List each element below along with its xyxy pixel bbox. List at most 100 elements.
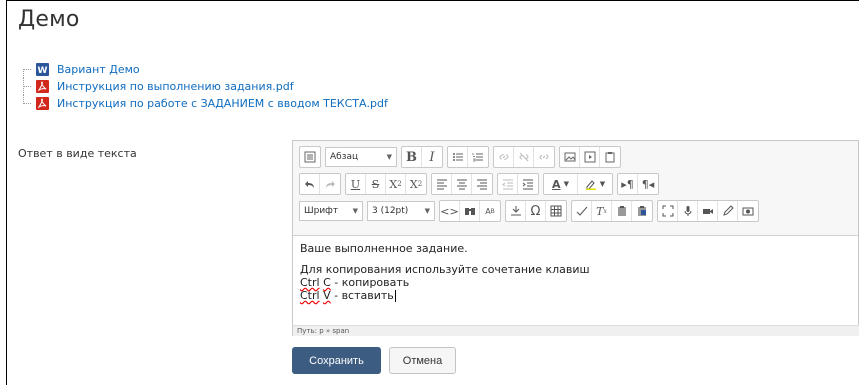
answer-label: Ответ в виде текста	[18, 147, 137, 160]
content-line: Для копирования используйте сочетание кл…	[300, 263, 590, 276]
hr-icon[interactable]	[506, 201, 526, 221]
replace-icon[interactable]: AB	[480, 201, 500, 221]
content-text: - копировать	[330, 276, 410, 289]
indent-group	[497, 173, 539, 195]
outdent-icon[interactable]	[498, 174, 518, 194]
color-group: A ▼ ▼	[543, 173, 613, 195]
fullscreen-icon[interactable]	[658, 201, 678, 221]
bullet-list-icon[interactable]	[448, 147, 468, 167]
font-size-select-value: 3 (12pt)	[372, 206, 409, 216]
insert-group: Ω	[505, 200, 567, 222]
superscript-icon[interactable]: X2	[406, 174, 426, 194]
paragraph-select-value: Абзац	[330, 152, 359, 162]
font-size-select[interactable]: 3 (12pt) ▼	[367, 201, 435, 221]
pencil-icon[interactable]	[718, 201, 738, 221]
tree-connector	[21, 78, 31, 95]
ltr-icon[interactable]: ▸¶	[618, 174, 638, 194]
toolbar-toggle-group	[299, 146, 321, 168]
manage-files-icon[interactable]	[600, 147, 620, 167]
undo-icon[interactable]	[300, 174, 320, 194]
paste-word-icon[interactable]	[632, 201, 652, 221]
underline-icon[interactable]: U	[346, 174, 366, 194]
chevron-down-icon: ▼	[424, 207, 430, 215]
history-group	[299, 173, 341, 195]
indent-icon[interactable]	[518, 174, 538, 194]
redo-icon[interactable]	[320, 174, 340, 194]
link-group	[493, 146, 555, 168]
unlink-icon[interactable]	[514, 147, 534, 167]
font-select-value: Шрифт	[304, 206, 339, 216]
content-line: Ctrl C - копировать	[300, 276, 409, 289]
tools-group: <> AB	[439, 200, 501, 222]
content-key-letter: C	[323, 276, 331, 289]
page-title: Демо	[18, 7, 80, 32]
file-link[interactable]: Инструкция по работе с ЗАДАНИЕМ с вводом…	[57, 97, 388, 110]
content-key-letter: V	[323, 289, 331, 302]
file-tree: W Вариант Демо Инструкция по выполнению …	[21, 61, 388, 112]
text-editor: Абзац ▼ B I U S X 2 X 2 A ▼ ▼ ▸¶ ¶◂ Шриф…	[292, 140, 859, 336]
list-group	[447, 146, 489, 168]
strikethrough-icon[interactable]: S	[366, 174, 386, 194]
media-group	[559, 146, 621, 168]
toolbar-row-1: Абзац ▼ B I	[299, 146, 625, 168]
numbered-list-icon[interactable]	[468, 147, 488, 167]
align-right-icon[interactable]	[472, 174, 492, 194]
clear-format-icon[interactable]: Tx	[592, 201, 612, 221]
toolbar-toggle-icon[interactable]	[300, 147, 320, 167]
media-icon[interactable]	[580, 147, 600, 167]
spellcheck-icon[interactable]	[572, 201, 592, 221]
editor-path-status: Путь: p » span	[293, 325, 859, 336]
italic-icon[interactable]: I	[422, 147, 442, 167]
code-icon[interactable]: <>	[440, 201, 460, 221]
video-camera-icon[interactable]	[698, 201, 718, 221]
file-item-pdf[interactable]: Инструкция по работе с ЗАДАНИЕМ с вводом…	[21, 95, 388, 112]
pdf-icon	[35, 80, 49, 94]
file-item-word[interactable]: W Вариант Демо	[21, 61, 388, 78]
extra-group	[657, 200, 759, 222]
file-link[interactable]: Инструкция по выполнению задания.pdf	[57, 80, 294, 93]
text-style-group: U S X2 X2	[345, 173, 427, 195]
paragraph-select[interactable]: Абзац ▼	[325, 147, 397, 167]
align-left-icon[interactable]	[432, 174, 452, 194]
format-group: B I	[401, 146, 443, 168]
microphone-icon[interactable]	[678, 201, 698, 221]
tree-connector	[21, 61, 31, 78]
text-caret	[394, 290, 396, 302]
pdf-icon	[35, 97, 49, 111]
image-icon[interactable]	[560, 147, 580, 167]
chevron-down-icon: ▼	[386, 153, 392, 161]
rtl-icon[interactable]: ¶◂	[638, 174, 658, 194]
direction-group: ▸¶ ¶◂	[617, 173, 659, 195]
content-text: - вставить	[330, 289, 394, 302]
word-doc-icon: W	[35, 63, 49, 77]
subscript-icon[interactable]: X2	[386, 174, 406, 194]
svg-text:W: W	[37, 66, 47, 76]
link-icon[interactable]	[494, 147, 514, 167]
align-group	[431, 173, 493, 195]
align-center-icon[interactable]	[452, 174, 472, 194]
bold-icon[interactable]: B	[402, 147, 422, 167]
background-color-icon[interactable]: ▼	[578, 174, 612, 194]
screen-capture-icon[interactable]	[738, 201, 758, 221]
content-line: Ctrl V - вставить	[300, 289, 396, 302]
save-button[interactable]: Сохранить	[292, 347, 381, 374]
file-link[interactable]: Вариант Демо	[57, 63, 140, 76]
editor-content[interactable]: Ваше выполненное задание. Для копировани…	[293, 235, 858, 326]
content-line: Ваше выполненное задание.	[300, 242, 468, 255]
anchor-link-icon[interactable]	[534, 147, 554, 167]
content-key: Ctrl	[300, 276, 320, 289]
chevron-down-icon: ▼	[352, 207, 358, 215]
file-item-pdf[interactable]: Инструкция по выполнению задания.pdf	[21, 78, 388, 95]
table-icon[interactable]	[546, 201, 566, 221]
toolbar-row-2: U S X2 X2 A ▼ ▼ ▸¶ ¶◂	[299, 173, 663, 195]
tree-connector	[21, 95, 31, 112]
content-key: Ctrl	[300, 289, 320, 302]
clean-group: Tx	[571, 200, 653, 222]
omega-icon[interactable]: Ω	[526, 201, 546, 221]
text-color-icon[interactable]: A ▼	[544, 174, 578, 194]
find-icon[interactable]	[460, 201, 480, 221]
font-select[interactable]: Шрифт ▼	[299, 201, 363, 221]
paste-text-icon[interactable]	[612, 201, 632, 221]
toolbar-row-3: Шрифт ▼ 3 (12pt) ▼ <> AB Ω T x	[299, 200, 763, 222]
cancel-button[interactable]: Отмена	[389, 347, 456, 374]
